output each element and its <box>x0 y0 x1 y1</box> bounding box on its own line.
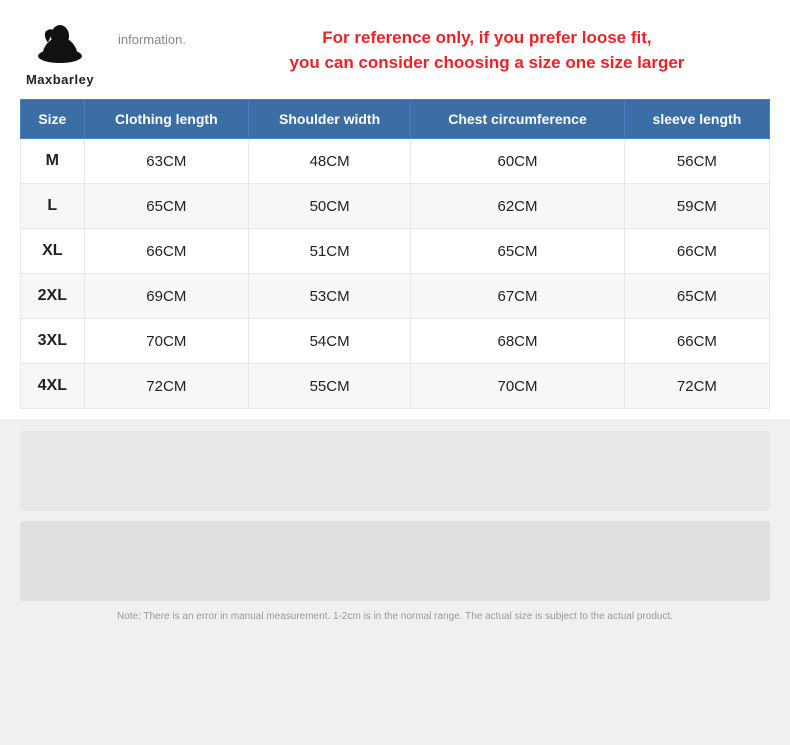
cell-sleeve_length-0: 56CM <box>624 139 769 184</box>
cell-sleeve_length-2: 66CM <box>624 229 769 274</box>
cell-chest_circumference-5: 70CM <box>411 364 625 409</box>
table-row: 4XL72CM55CM70CM72CM <box>21 364 770 409</box>
cell-sleeve_length-4: 66CM <box>624 319 769 364</box>
cell-shoulder_width-0: 48CM <box>248 139 410 184</box>
cell-size-3: 2XL <box>21 274 85 319</box>
table-row: M63CM48CM60CM56CM <box>21 139 770 184</box>
cell-clothing_length-1: 65CM <box>84 184 248 229</box>
cell-size-5: 4XL <box>21 364 85 409</box>
size-table: Size Clothing length Shoulder width Ches… <box>20 99 770 409</box>
header-chest-circumference: Chest circumference <box>411 100 625 139</box>
cell-chest_circumference-4: 68CM <box>411 319 625 364</box>
cell-sleeve_length-3: 65CM <box>624 274 769 319</box>
notice-line2: you can consider choosing a size one siz… <box>204 51 770 76</box>
info-text: information. <box>118 32 186 47</box>
cell-sleeve_length-1: 59CM <box>624 184 769 229</box>
cell-size-4: 3XL <box>21 319 85 364</box>
header-clothing-length: Clothing length <box>84 100 248 139</box>
table-row: 3XL70CM54CM68CM66CM <box>21 319 770 364</box>
bottom-decorative-box-2 <box>20 521 770 601</box>
cell-shoulder_width-5: 55CM <box>248 364 410 409</box>
brand-logo-icon <box>34 18 86 70</box>
cell-clothing_length-0: 63CM <box>84 139 248 184</box>
note-text: Note: There is an error in manual measur… <box>37 609 753 624</box>
header-sleeve-length: sleeve length <box>624 100 769 139</box>
cell-chest_circumference-3: 67CM <box>411 274 625 319</box>
bottom-decorative-box-1 <box>20 431 770 511</box>
cell-shoulder_width-1: 50CM <box>248 184 410 229</box>
cell-shoulder_width-2: 51CM <box>248 229 410 274</box>
cell-size-1: L <box>21 184 85 229</box>
table-row: L65CM50CM62CM59CM <box>21 184 770 229</box>
table-header-row: Size Clothing length Shoulder width Ches… <box>21 100 770 139</box>
cell-shoulder_width-4: 54CM <box>248 319 410 364</box>
cell-chest_circumference-1: 62CM <box>411 184 625 229</box>
cell-clothing_length-3: 69CM <box>84 274 248 319</box>
header-size: Size <box>21 100 85 139</box>
cell-size-2: XL <box>21 229 85 274</box>
cell-shoulder_width-3: 53CM <box>248 274 410 319</box>
cell-clothing_length-4: 70CM <box>84 319 248 364</box>
table-section: Size Clothing length Shoulder width Ches… <box>0 99 790 419</box>
table-row: 2XL69CM53CM67CM65CM <box>21 274 770 319</box>
table-row: XL66CM51CM65CM66CM <box>21 229 770 274</box>
header-shoulder-width: Shoulder width <box>248 100 410 139</box>
cell-chest_circumference-2: 65CM <box>411 229 625 274</box>
logo-area: Maxbarley <box>20 18 100 87</box>
notice-line1: For reference only, if you prefer loose … <box>204 26 770 51</box>
cell-clothing_length-2: 66CM <box>84 229 248 274</box>
table-body: M63CM48CM60CM56CML65CM50CM62CM59CMXL66CM… <box>21 139 770 409</box>
page-wrapper: Maxbarley information. For reference onl… <box>0 0 790 745</box>
top-section: Maxbarley information. For reference onl… <box>0 0 790 99</box>
cell-chest_circumference-0: 60CM <box>411 139 625 184</box>
notice-text: For reference only, if you prefer loose … <box>204 18 770 75</box>
cell-size-0: M <box>21 139 85 184</box>
cell-clothing_length-5: 72CM <box>84 364 248 409</box>
brand-name: Maxbarley <box>26 72 94 87</box>
cell-sleeve_length-5: 72CM <box>624 364 769 409</box>
